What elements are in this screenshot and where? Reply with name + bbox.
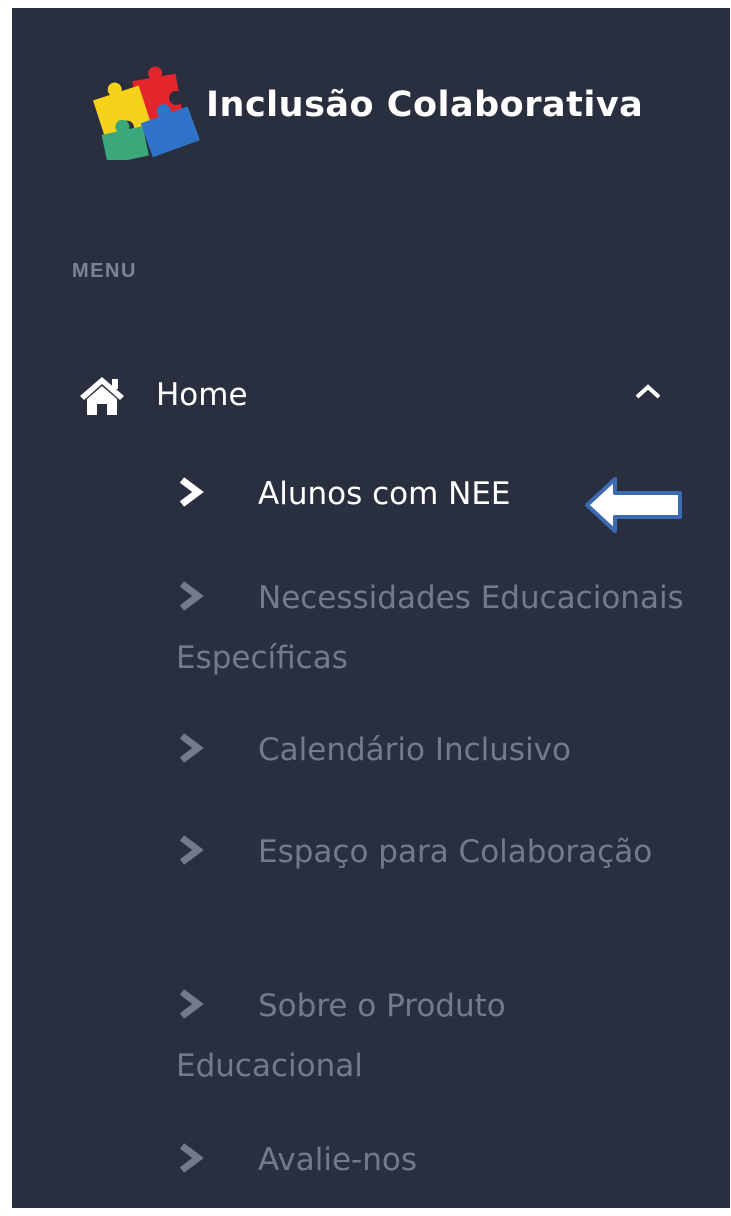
submenu-item-avalie-nos[interactable]: Avalie-nos [176,1130,686,1190]
chevron-right-icon [179,835,204,865]
arrow-left-annotation-icon [585,477,682,533]
sidebar-item-label: Home [156,377,248,413]
submenu-item-label: Calendário Inclusivo [258,732,571,768]
chevron-right-icon [179,1143,204,1173]
home-icon [80,377,124,415]
submenu-item-label: Necessidades Educacionais Específicas [176,580,684,676]
sidebar: Inclusão Colaborativa MENU Home Alunos c… [12,8,730,1208]
submenu-item-sobre-produto[interactable]: Sobre o Produto Educacional [176,976,686,1096]
sidebar-item-home[interactable]: Home [78,362,678,428]
brand[interactable]: Inclusão Colaborativa [92,50,712,160]
chevron-right-icon [179,989,204,1019]
submenu-item-necessidades[interactable]: Necessidades Educacionais Específicas [176,568,686,688]
submenu-item-label: Avalie-nos [258,1142,417,1178]
submenu-item-label: Espaço para Colaboração [258,834,653,870]
puzzle-pieces-logo [92,66,200,160]
brand-title: Inclusão Colaborativa [206,85,644,125]
submenu-item-label: Alunos com NEE [258,476,511,512]
chevron-right-icon [179,733,204,763]
chevron-right-icon [179,477,204,507]
submenu-item-label: Sobre o Produto Educacional [176,988,506,1084]
submenu-item-espaco-colaboracao[interactable]: Espaço para Colaboração [176,822,686,882]
submenu-item-calendario[interactable]: Calendário Inclusivo [176,720,686,780]
chevron-right-icon [179,581,204,611]
chevron-up-icon[interactable] [634,382,662,402]
menu-heading: MENU [72,260,137,282]
